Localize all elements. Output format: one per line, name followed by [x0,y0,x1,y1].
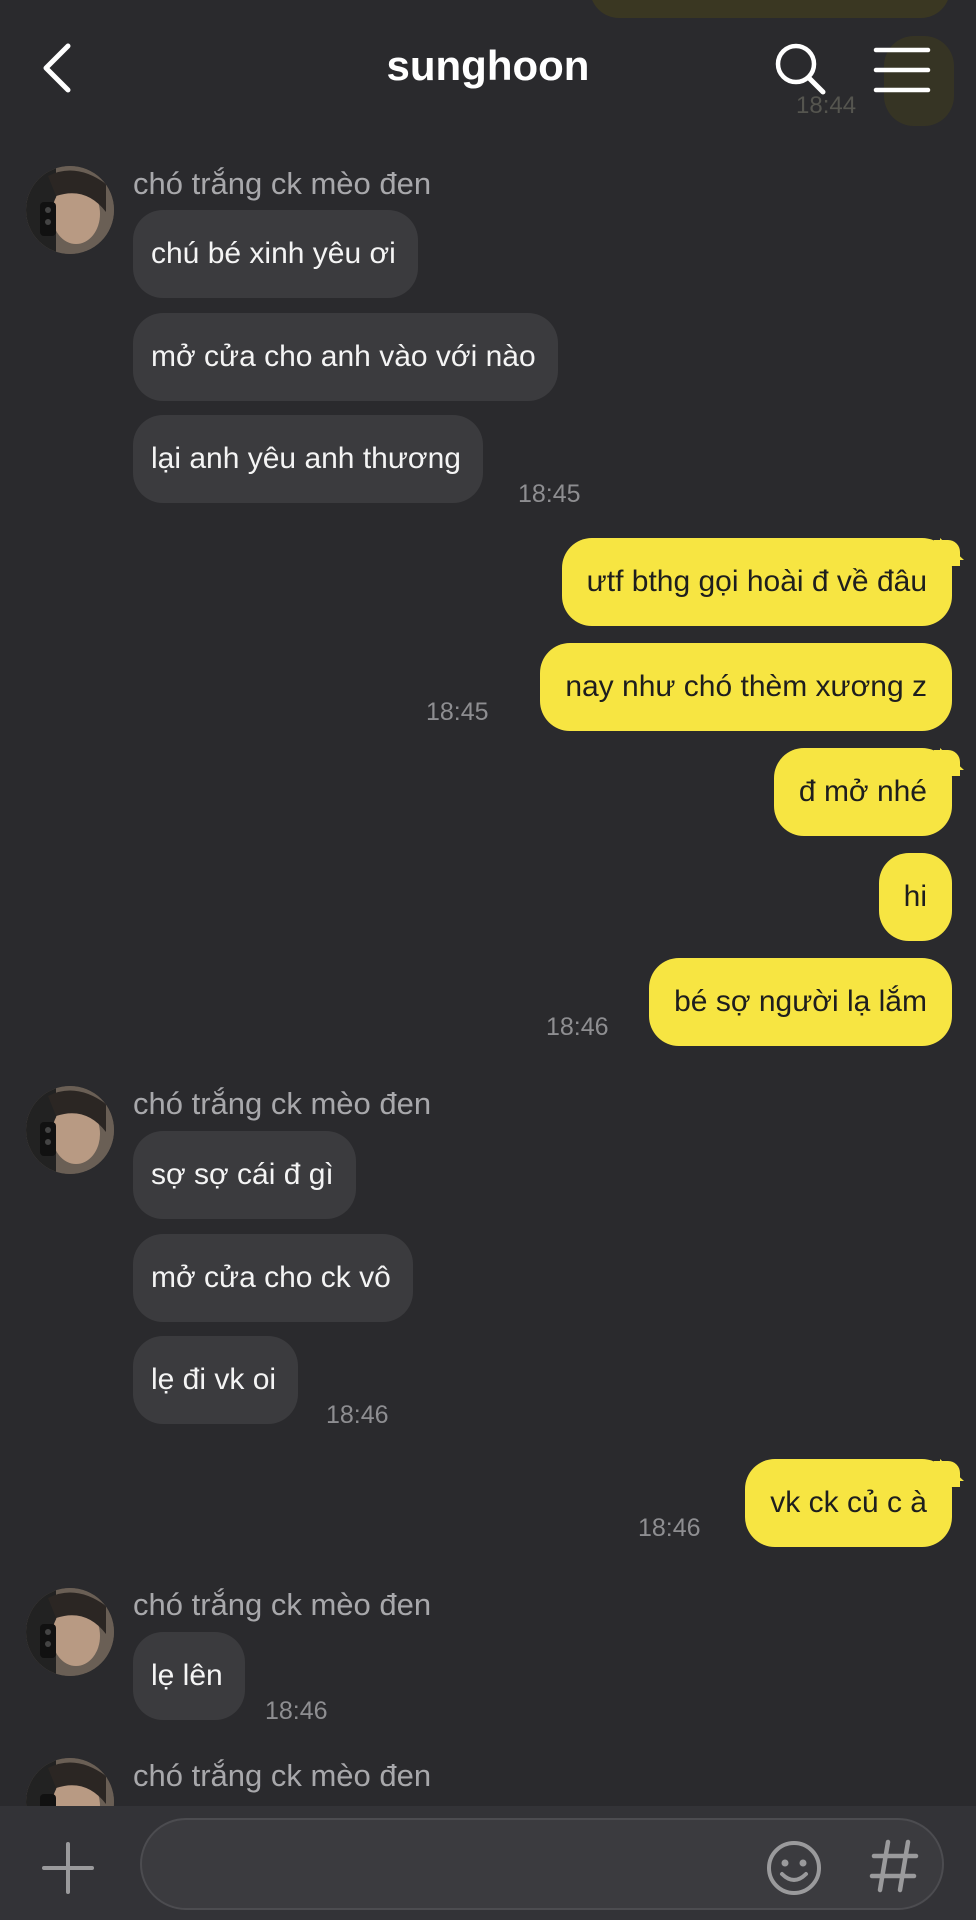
message-bubble-outgoing[interactable]: đ mở nhé [773,748,965,836]
message-timestamp: 18:45 [518,480,581,508]
hashtag-icon [869,1839,919,1893]
sender-name: chó trắng ck mèo đen [133,166,432,201]
search-button[interactable] [772,38,828,98]
message-bubble-incoming[interactable]: lại anh yêu anh thương [133,415,483,503]
menu-icon [873,47,931,93]
message-bubble-incoming[interactable]: lẹ lên [133,1632,245,1720]
message-timestamp: 18:46 [265,1697,328,1725]
avatar[interactable] [26,1588,114,1676]
sender-name: chó trắng ck mèo đen [133,1086,432,1121]
message-bubble-outgoing[interactable]: bé sợ người lạ lắm [649,958,952,1046]
sender-name: chó trắng ck mèo đen [133,1758,432,1793]
menu-button[interactable] [872,42,934,98]
page-title: sunghoon [386,42,590,89]
emoji-icon [767,1841,821,1895]
message-bubble-outgoing[interactable]: vk ck củ c à [745,1459,964,1547]
attach-button[interactable] [40,1840,96,1896]
message-bubble-outgoing[interactable]: ưtf bthg gọi hoài đ về đâu [561,538,965,626]
avatar[interactable] [26,166,114,254]
message-timestamp: 18:46 [326,1401,389,1429]
plus-icon [42,1842,94,1894]
message-timestamp: 18:45 [426,698,489,726]
avatar[interactable] [26,1086,114,1174]
message-bubble-outgoing[interactable]: hi [878,853,952,941]
search-icon [775,43,826,95]
message-bubble-incoming[interactable]: sợ sợ cái đ gì [133,1131,356,1219]
message-bubble-incoming[interactable]: mở cửa cho anh vào với nào [133,313,558,401]
message-bubble-incoming[interactable]: lẹ đi vk oi [133,1336,299,1424]
message-bubble-incoming[interactable]: chú bé xinh yêu ơi [133,210,418,298]
message-bubble-incoming[interactable]: mở cửa cho ck vô [133,1234,413,1322]
message-timestamp: 18:46 [546,1013,609,1041]
sender-name: chó trắng ck mèo đen [133,1587,432,1622]
message-timestamp: 18:46 [638,1514,701,1542]
hashtag-button[interactable] [866,1836,922,1896]
message-bubble-outgoing[interactable]: nay như chó thèm xương z [540,643,952,731]
chat-header: sunghoon [0,0,976,140]
emoji-button[interactable] [764,1838,824,1898]
